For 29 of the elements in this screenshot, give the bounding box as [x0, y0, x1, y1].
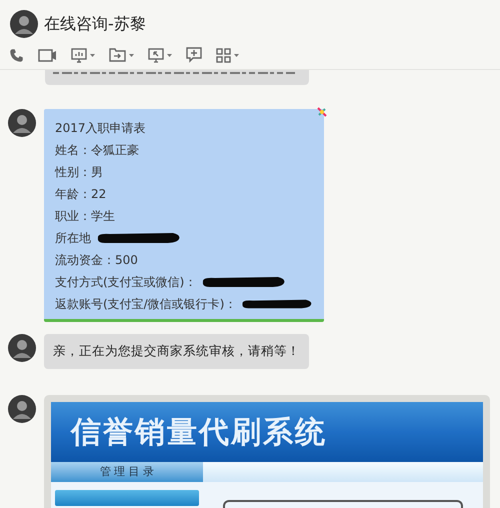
caret-icon [90, 54, 95, 56]
screen-share-icon[interactable] [71, 48, 87, 62]
phone-icon[interactable] [9, 48, 24, 62]
form-line: 返款账号(支付宝/微信或银行卡)： [55, 296, 236, 314]
folder-icon[interactable] [109, 48, 126, 62]
pin-icon [316, 106, 328, 118]
form-line: 支付方式(支付宝或微信)： [55, 274, 196, 292]
menu-heading: 管 理 目 录 [100, 464, 154, 480]
form-line: 流动资金：500 [55, 252, 138, 270]
form-line: 年龄：22 [55, 186, 106, 204]
avatar [8, 395, 36, 423]
avatar [8, 109, 36, 138]
form-line: 职业：学生 [55, 208, 115, 226]
caret-icon [234, 54, 239, 56]
monitor-icon[interactable] [148, 48, 164, 62]
form-line: 所在地 [55, 230, 91, 248]
apps-grid-icon[interactable] [216, 48, 231, 62]
message-plus-icon[interactable] [186, 47, 202, 63]
avatar [8, 334, 36, 362]
window-title: 在线咨询-苏黎 [44, 12, 146, 34]
caret-icon [129, 54, 134, 56]
message-bubble: 亲，正在为您提交商家系统审核，请稍等！ [44, 334, 309, 369]
avatar [10, 10, 38, 38]
video-icon[interactable] [38, 48, 57, 62]
form-line: 2017入职申请表 [55, 120, 146, 138]
banner-title: 信誉销量代刷系统 [71, 414, 327, 452]
caret-icon [167, 54, 172, 56]
form-line: 姓名：令狐正豪 [55, 142, 139, 160]
form-line: 性别：男 [55, 164, 103, 182]
